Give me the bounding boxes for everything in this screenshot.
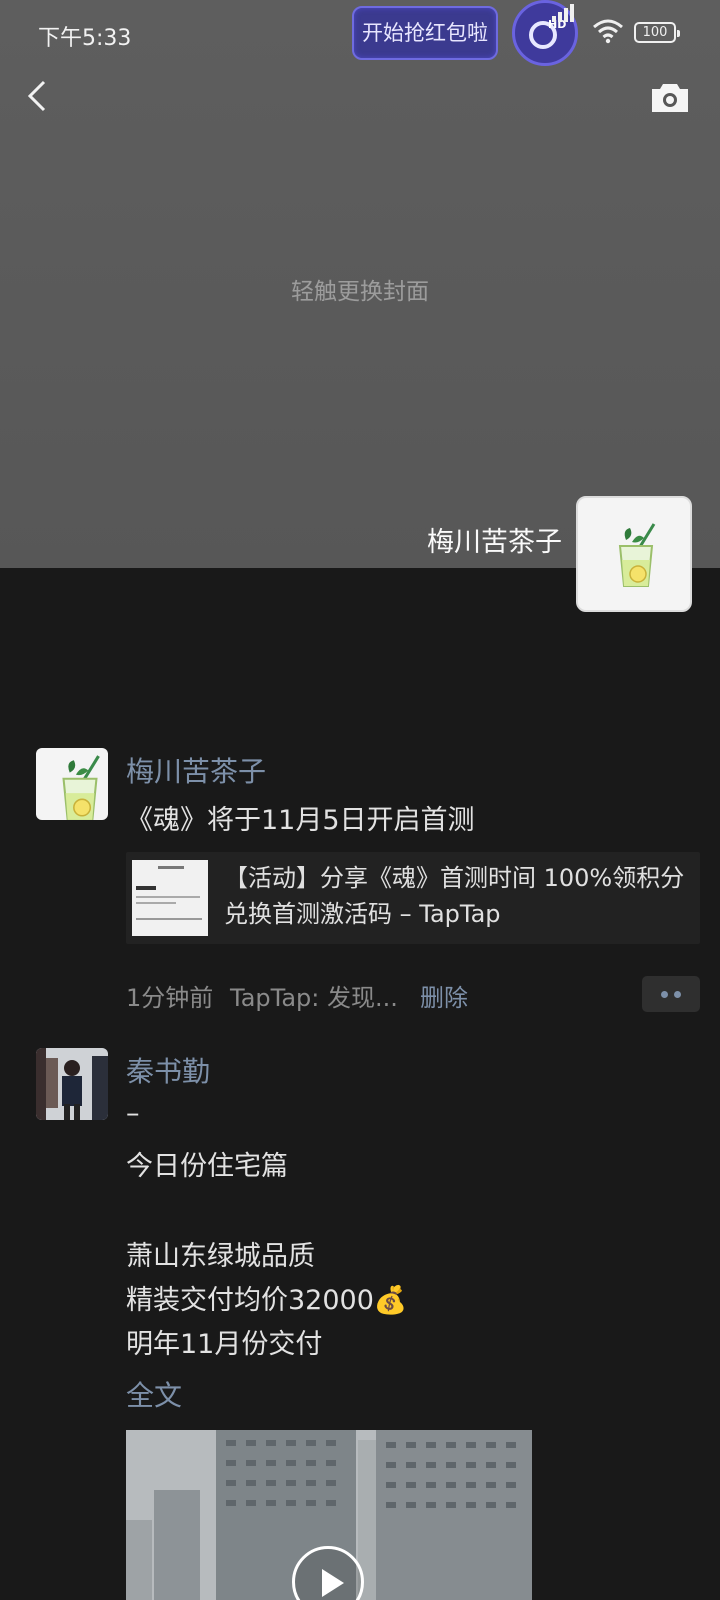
drink-icon [618, 523, 656, 587]
post-text: 《魂》将于11月5日开启首测 [126, 805, 475, 836]
post-text-line: – [126, 1098, 140, 1129]
link-thumbnail [132, 860, 208, 936]
more-dots-icon [661, 991, 668, 998]
status-time: 下午5:33 [38, 26, 132, 51]
back-button[interactable] [20, 76, 56, 116]
delete-button[interactable]: 删除 [420, 978, 468, 1013]
post-author[interactable]: 梅川苦茶子 [126, 750, 266, 790]
drink-icon [62, 755, 100, 820]
profile-avatar[interactable] [576, 496, 692, 612]
fulltext-link[interactable]: 全文 [126, 1374, 182, 1414]
post-avatar[interactable] [36, 748, 108, 820]
post-text-line: 萧山东绿城品质 [126, 1241, 315, 1272]
video-thumbnail[interactable] [126, 1430, 532, 1600]
redpack-float-icon[interactable] [512, 0, 578, 66]
redpack-banner[interactable]: 开始抢红包啦 [352, 6, 498, 60]
post-text-line: 今日份住宅篇 [126, 1151, 288, 1182]
status-bar: 下午5:33 开始抢红包啦 HD 100 [0, 0, 720, 66]
profile-name[interactable]: 梅川苦茶子 [427, 520, 562, 559]
camera-button[interactable] [650, 80, 690, 114]
battery-icon: 100 [634, 22, 680, 43]
camera-icon [652, 84, 688, 112]
more-button[interactable] [642, 976, 700, 1012]
post-author[interactable]: 秦书勤 [126, 1050, 210, 1090]
post-time: 1分钟前 [126, 984, 214, 1012]
post-source[interactable]: TapTap: 发现... [230, 978, 398, 1013]
shared-link-card[interactable]: 【活动】分享《魂》首测时间 100%领积分兑换首测激活码 – TapTap [126, 852, 700, 944]
avatar-photo [36, 1048, 108, 1120]
wifi-icon [592, 18, 624, 48]
chevron-left-icon [27, 80, 46, 112]
post-avatar[interactable] [36, 1048, 108, 1120]
link-title: 【活动】分享《魂》首测时间 100%领积分兑换首测激活码 – TapTap [224, 864, 685, 928]
change-cover-hint[interactable]: 轻触更换封面 [0, 272, 720, 306]
post-text-line: 精装交付均价32000💰 [126, 1285, 408, 1316]
post-text-line: 明年11月份交付 [126, 1329, 323, 1360]
